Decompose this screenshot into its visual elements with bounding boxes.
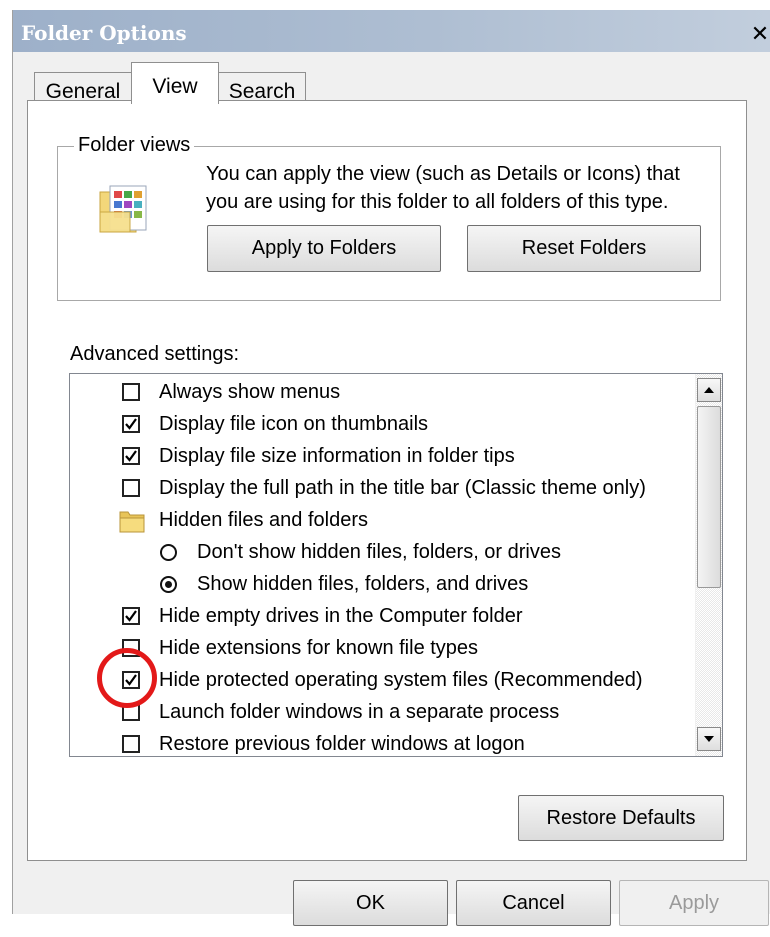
setting-restore-previous-windows[interactable]: Restore previous folder windows at logon	[70, 728, 694, 756]
setting-label: Show hidden files, folders, and drives	[197, 573, 529, 595]
checkbox[interactable]	[122, 479, 140, 497]
scroll-up-arrow-icon[interactable]	[697, 378, 721, 402]
ok-button[interactable]: OK	[293, 880, 448, 926]
checkbox-checked[interactable]	[122, 607, 140, 625]
tab-view-label: View	[152, 75, 198, 98]
tab-view[interactable]: View	[131, 62, 219, 104]
checkbox-checked[interactable]	[122, 447, 140, 465]
checkbox-checked[interactable]	[122, 671, 140, 689]
folder-views-legend: Folder views	[74, 134, 195, 157]
reset-folders-button[interactable]: Reset Folders	[467, 225, 701, 272]
setting-group-hidden-files: Hidden files and folders	[70, 504, 694, 536]
advanced-settings-list[interactable]: Always show menus Display file icon on t…	[69, 373, 723, 757]
setting-launch-separate-process[interactable]: Launch folder windows in a separate proc…	[70, 696, 694, 728]
tab-general[interactable]: General	[34, 72, 132, 103]
vertical-scrollbar[interactable]	[695, 374, 722, 756]
setting-label: Display the full path in the title bar (…	[159, 477, 646, 499]
folder-view-icon	[96, 182, 156, 242]
setting-dont-show-hidden[interactable]: Don't show hidden files, folders, or dri…	[70, 536, 694, 568]
close-icon[interactable]: ✕	[749, 23, 770, 45]
window-title: Folder Options	[21, 21, 187, 45]
apply-button[interactable]: Apply	[619, 880, 769, 926]
setting-label: Display file size information in folder …	[159, 445, 515, 467]
setting-display-file-icon[interactable]: Display file icon on thumbnails	[70, 408, 694, 440]
setting-label: Display file icon on thumbnails	[159, 413, 429, 435]
cancel-button[interactable]: Cancel	[456, 880, 611, 926]
checkbox[interactable]	[122, 703, 140, 721]
checkbox[interactable]	[122, 383, 140, 401]
setting-display-file-size[interactable]: Display file size information in folder …	[70, 440, 694, 472]
checkmark-icon	[125, 418, 137, 430]
radio-button-selected[interactable]	[160, 576, 177, 593]
setting-label: Don't show hidden files, folders, or dri…	[197, 541, 561, 563]
scrollbar-thumb[interactable]	[697, 406, 721, 588]
setting-label: Always show menus	[159, 381, 341, 403]
folder-views-description: You can apply the view (such as Details …	[206, 163, 680, 213]
radio-button[interactable]	[160, 544, 177, 561]
folder-icon	[118, 508, 146, 534]
checkbox-checked[interactable]	[122, 415, 140, 433]
setting-label: Hide empty drives in the Computer folder	[159, 605, 523, 627]
setting-show-hidden[interactable]: Show hidden files, folders, and drives	[70, 568, 694, 600]
checkbox[interactable]	[122, 639, 140, 657]
advanced-settings-label: Advanced settings:	[70, 343, 239, 365]
scroll-down-arrow-icon[interactable]	[697, 727, 721, 751]
setting-hide-protected-os-files[interactable]: Hide protected operating system files (R…	[70, 664, 694, 696]
setting-always-show-menus[interactable]: Always show menus	[70, 376, 694, 408]
setting-label: Restore previous folder windows at logon	[159, 733, 525, 755]
checkmark-icon	[125, 674, 137, 686]
checkmark-icon	[125, 450, 137, 462]
restore-defaults-button[interactable]: Restore Defaults	[518, 795, 724, 841]
setting-hide-empty-drives[interactable]: Hide empty drives in the Computer folder	[70, 600, 694, 632]
title-bar[interactable]: Folder Options ✕	[13, 10, 770, 52]
setting-label: Hide protected operating system files (R…	[159, 669, 643, 691]
setting-label: Hidden files and folders	[159, 509, 369, 531]
apply-to-folders-button[interactable]: Apply to Folders	[207, 225, 441, 272]
setting-display-full-path[interactable]: Display the full path in the title bar (…	[70, 472, 694, 504]
setting-label: Launch folder windows in a separate proc…	[159, 701, 560, 723]
tab-search[interactable]: Search	[218, 72, 306, 103]
checkmark-icon	[125, 610, 137, 622]
setting-label: Hide extensions for known file types	[159, 637, 479, 659]
setting-hide-extensions[interactable]: Hide extensions for known file types	[70, 632, 694, 664]
checkbox[interactable]	[122, 735, 140, 753]
